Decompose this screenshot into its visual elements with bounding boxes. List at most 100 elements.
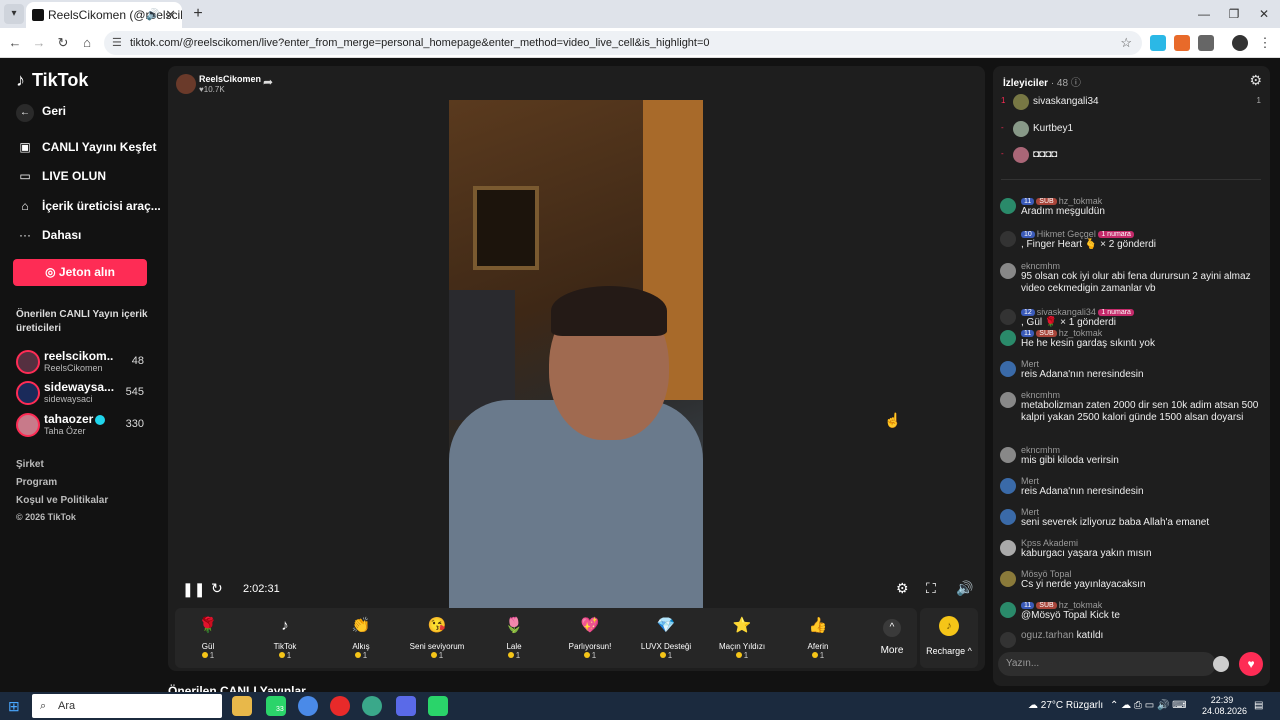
app-icon[interactable] xyxy=(362,696,382,716)
gift-item[interactable]: 💖 Parlıyorsun! 1 xyxy=(555,614,625,664)
creator-item[interactable]: reelscikom... ReelsCikomen 48 xyxy=(16,348,146,376)
nav-creator-tools[interactable]: ⌂ İçerik üreticisi araç... xyxy=(16,199,160,213)
gift-item[interactable]: 🌷 Lale 1 xyxy=(479,614,549,664)
footer-link-program[interactable]: Program xyxy=(16,477,57,488)
get-coins-button[interactable]: ◎ Jeton alın xyxy=(13,259,147,286)
chat-username[interactable]: sivaskangali34 xyxy=(1037,307,1096,317)
creator-item[interactable]: sidewaysa... sidewaysaci 545 xyxy=(16,379,146,407)
gift-item[interactable]: ⭐ Maçın Yıldızı 1 xyxy=(707,614,777,664)
bookmark-star-icon[interactable]: ☆ xyxy=(1120,31,1132,55)
host-avatar[interactable] xyxy=(176,74,196,94)
taskbar-search[interactable]: ⌕ Ara xyxy=(32,694,222,718)
nav-more[interactable]: ··· Dahası xyxy=(16,228,81,242)
live-video[interactable] xyxy=(449,100,703,608)
gift-price: 1 xyxy=(250,651,320,660)
gift-price-value: 1 xyxy=(819,651,825,660)
chat-username[interactable]: ekncmhm xyxy=(1021,390,1262,400)
chat-username[interactable]: oguz.tarhan xyxy=(1021,630,1074,641)
gift-item[interactable]: 😘 Seni seviyorum 1 xyxy=(402,614,472,664)
luvx-icon: 💎 xyxy=(656,617,676,634)
gift-item[interactable]: ♪ TikTok 1 xyxy=(250,614,320,664)
chat-text: He he kesin gardaş sıkıntı yok xyxy=(1021,338,1155,349)
opera-icon[interactable] xyxy=(330,696,350,716)
chrome-icon[interactable] xyxy=(298,696,318,716)
gift-item[interactable]: 🌹 Gül 1 xyxy=(173,614,243,664)
close-window-button[interactable]: ✕ xyxy=(1246,4,1280,24)
system-tray-icons[interactable]: ⌃ ☁ ⎙ ▭ 🔊 ⌨ xyxy=(1110,700,1187,711)
logo-text: TikTok xyxy=(32,70,89,90)
chat-username[interactable]: ekncmhm xyxy=(1021,445,1262,455)
url-field[interactable]: ☰ tiktok.com/@reelscikomen/live?enter_fr… xyxy=(104,31,1142,55)
weather-widget[interactable]: ☁ 27°C Rüzgarlı xyxy=(1028,700,1103,711)
more-gifts-button[interactable]: ^ More xyxy=(877,616,907,666)
chat-username[interactable]: ekncmhm xyxy=(1021,261,1262,271)
viewers-header[interactable]: İzleyiciler · 48 ⓘ xyxy=(1003,74,1081,89)
profile-avatar-icon[interactable] xyxy=(1232,35,1248,51)
browser-tab[interactable]: ReelsCikomen (@reelsciko 🔊 ✕ xyxy=(26,2,182,28)
clock[interactable]: 22:39 24.08.2026 xyxy=(1202,695,1247,717)
creator-item[interactable]: tahaozer Taha Özer 330 xyxy=(16,411,146,439)
message-header: 12 sivaskangali34 1 numara xyxy=(1021,307,1262,317)
info-icon[interactable]: ⓘ xyxy=(1071,78,1081,89)
share-icon[interactable]: ➦ xyxy=(263,75,273,89)
file-explorer-icon[interactable] xyxy=(232,696,252,716)
back-nav-icon[interactable]: ← xyxy=(6,34,24,52)
fullscreen-icon[interactable]: ⛶ xyxy=(926,580,936,597)
reload-icon[interactable]: ↻ xyxy=(54,34,72,52)
chat-username[interactable]: Kpss Akademi xyxy=(1021,538,1262,548)
speaker-icon[interactable]: 🔊 xyxy=(146,2,160,28)
volume-icon[interactable]: 🔊 xyxy=(956,580,973,597)
tab-search-button[interactable]: ▾ xyxy=(4,4,24,24)
gift-item[interactable]: 👏 Alkış 1 xyxy=(326,614,396,664)
top-viewer[interactable]: - Kurtbey1 xyxy=(1001,119,1263,139)
chat-username[interactable]: hz_tokmak xyxy=(1059,328,1103,338)
recharge-label: Recharge ^ xyxy=(926,646,972,656)
footer-link-company[interactable]: Şirket xyxy=(16,459,44,470)
coin-icon xyxy=(811,652,818,658)
chat-username[interactable]: Mert xyxy=(1021,507,1262,517)
nav-go-live[interactable]: ▭ LIVE OLUN xyxy=(16,169,106,183)
gift-price: 1 xyxy=(707,651,777,660)
emoji-icon[interactable] xyxy=(1213,656,1229,672)
chat-username[interactable]: Hikmet Geçgel xyxy=(1037,229,1096,239)
refresh-icon[interactable]: ↻ xyxy=(211,580,223,597)
forward-nav-icon[interactable]: → xyxy=(30,34,48,52)
extension-icon[interactable] xyxy=(1150,35,1166,51)
discord-icon[interactable] xyxy=(396,696,416,716)
chat-text: kaburgacı yaşara yakın mısın xyxy=(1021,548,1152,559)
browser-menu-icon[interactable]: ⋮ xyxy=(1256,34,1274,52)
tiktok-logo[interactable]: ♪ TikTok xyxy=(16,70,88,91)
home-icon[interactable]: ⌂ xyxy=(78,34,96,52)
metamask-icon[interactable] xyxy=(1174,35,1190,51)
new-tab-button[interactable]: + xyxy=(188,4,208,24)
app-icon[interactable] xyxy=(428,696,448,716)
gift-price-value: 1 xyxy=(362,651,368,660)
nav-explore-live[interactable]: ▣ CANLI Yayını Keşfet xyxy=(16,140,156,154)
address-bar-row: ← → ↻ ⌂ ☰ tiktok.com/@reelscikomen/live?… xyxy=(0,28,1280,58)
chat-username[interactable]: hz_tokmak xyxy=(1059,196,1103,206)
chat-username[interactable]: hz_tokmak xyxy=(1059,600,1103,610)
pause-icon[interactable]: ❚❚ xyxy=(182,581,205,598)
like-heart-button[interactable]: ♥ xyxy=(1239,652,1263,676)
back-link[interactable]: ← Geri xyxy=(16,104,66,122)
whatsapp-icon[interactable]: 33 xyxy=(266,696,286,716)
chat-input[interactable]: Yazın... xyxy=(998,652,1216,676)
top-viewer[interactable]: - ◘◘◘◘ xyxy=(1001,145,1263,165)
windows-start-icon[interactable]: ⊞ xyxy=(8,698,20,715)
settings-icon[interactable]: ⚙ xyxy=(896,580,909,597)
gift-item[interactable]: 💎 LUVX Desteği 1 xyxy=(631,614,701,664)
chat-username[interactable]: Mert xyxy=(1021,476,1262,486)
site-info-icon[interactable]: ☰ xyxy=(112,31,122,55)
top-viewer[interactable]: 1 sivaskangali34 1 xyxy=(1001,92,1263,112)
host-name[interactable]: ReelsCikomen xyxy=(199,74,261,84)
gift-item[interactable]: 👍 Aferin 1 xyxy=(783,614,853,664)
close-tab-icon[interactable]: ✕ xyxy=(165,2,176,28)
avatar xyxy=(1013,94,1029,110)
extensions-puzzle-icon[interactable] xyxy=(1198,35,1214,51)
chat-username[interactable]: Mösyö Topal xyxy=(1021,569,1262,579)
notification-icon[interactable]: ▤ xyxy=(1254,700,1263,711)
footer-link-terms[interactable]: Koşul ve Politikalar xyxy=(16,495,108,506)
chat-settings-icon[interactable]: ⚙ xyxy=(1249,72,1262,89)
recharge-button[interactable]: ♪ Recharge ^ xyxy=(920,608,978,668)
chat-username[interactable]: Mert xyxy=(1021,359,1262,369)
